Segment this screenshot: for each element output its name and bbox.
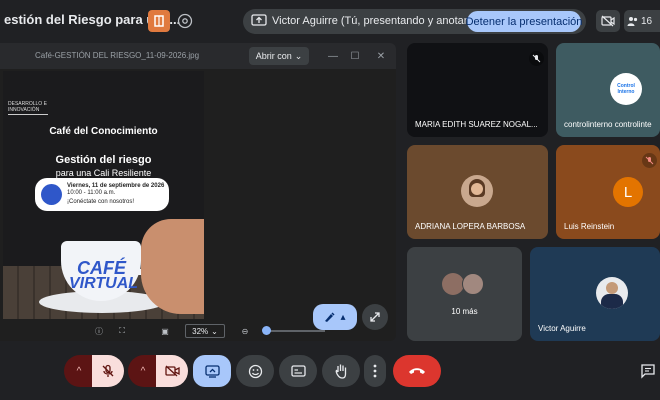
captions-button[interactable]	[279, 355, 317, 387]
participant-tile[interactable]: ADRIANA LOPERA BARBOSA	[407, 145, 548, 239]
mic-off-icon	[102, 364, 114, 377]
present-screen-icon	[204, 364, 220, 378]
stop-presenting-button[interactable]: Detener la presentación	[466, 11, 582, 32]
camera-off-icon	[164, 365, 180, 377]
meeting-badge-icon[interactable]	[148, 10, 170, 32]
participant-avatar	[596, 277, 628, 309]
participant-avatar	[462, 273, 484, 295]
poster-title: Gestión del riesgo	[55, 154, 152, 166]
leave-call-button[interactable]	[393, 355, 441, 387]
poster-brand: DESARROLLO E INNOVACIÓN	[8, 101, 47, 113]
call-end-icon	[409, 368, 425, 374]
people-icon	[627, 17, 638, 26]
annotate-pen-icon	[325, 312, 336, 322]
event-poster-image: DESARROLLO E INNOVACIÓN Café del Conocim…	[3, 71, 204, 319]
call-controls: ^ ^	[0, 355, 660, 391]
emoji-icon	[248, 364, 262, 378]
participant-name: ADRIANA LOPERA BARBOSA	[415, 222, 526, 231]
chevron-up-icon: ^	[76, 365, 82, 377]
participant-avatar	[442, 273, 464, 295]
mic-options-button[interactable]: ^	[64, 355, 94, 387]
participant-tile[interactable]: MARIA EDITH SUAREZ NOGAL...	[407, 43, 548, 137]
reactions-button[interactable]	[236, 355, 274, 387]
fit-screen-icon[interactable]: ⛶	[115, 324, 129, 338]
poster-date: Viernes, 11 de septiembre de 2026	[67, 183, 165, 189]
participant-avatar	[461, 175, 493, 207]
maximize-icon[interactable]: ☐	[348, 49, 362, 63]
participant-tile[interactable]: Victor Aguirre	[530, 247, 660, 341]
camera-off-toggle[interactable]	[596, 10, 620, 32]
annotation-button[interactable]: ▴	[313, 304, 357, 330]
zoom-out-icon[interactable]: ⊖	[238, 324, 252, 338]
zoom-select[interactable]: 32% ⌄	[185, 324, 225, 338]
poster-subtitle: para una Cali Resiliente	[55, 168, 152, 178]
meet-window: estión del Riesgo para una... Victor Agu…	[0, 0, 660, 400]
participant-name: controlinterno controlinte	[564, 120, 652, 129]
participant-name: Luis Reinstein	[564, 222, 615, 231]
chevron-up-icon: ▴	[340, 311, 346, 323]
present-screen-icon	[251, 14, 267, 26]
poster-event-bubble: Viernes, 11 de septiembre de 2026 10:00 …	[35, 178, 169, 211]
present-button[interactable]	[193, 355, 231, 387]
poster-cta: ¡Conéctate con nosotros!	[67, 199, 135, 205]
open-with-label: Abrir con	[255, 51, 292, 61]
logo-text: Control Interno	[617, 83, 635, 95]
participant-tile[interactable]: L Luis Reinstein	[556, 145, 660, 239]
camera-options-button[interactable]: ^	[128, 355, 158, 387]
chevron-down-icon: ⌄	[211, 326, 218, 336]
presenter-status: Victor Aguirre (Tú, presentando y anotan…	[272, 15, 486, 27]
shared-screen: Café-GESTIÓN DEL RIESGO_11-09-2026.jpg A…	[0, 43, 396, 341]
cup-text-line2: VIRTUAL	[69, 275, 139, 292]
more-participants-count: 10 más	[451, 307, 478, 316]
participant-name: Victor Aguirre	[538, 324, 586, 333]
minimize-icon[interactable]: —	[326, 49, 340, 63]
more-vert-icon	[373, 364, 377, 378]
info-icon[interactable]: ⓘ	[92, 324, 106, 338]
presenting-banner: Victor Aguirre (Tú, presentando y anotan…	[243, 9, 586, 34]
chat-icon[interactable]	[640, 363, 656, 379]
more-options-button[interactable]	[364, 355, 386, 387]
expand-button[interactable]	[362, 304, 388, 330]
zoom-slider-thumb[interactable]	[262, 326, 271, 335]
camera-toggle-button[interactable]	[156, 355, 188, 387]
mic-toggle-button[interactable]	[92, 355, 124, 387]
participants-button[interactable]: 16	[624, 10, 660, 32]
expand-icon	[370, 312, 380, 322]
camera-off-icon	[601, 15, 615, 27]
close-icon[interactable]: ✕	[374, 49, 388, 63]
chevron-down-icon: ⌄	[294, 50, 303, 61]
participant-name: MARIA EDITH SUAREZ NOGAL...	[415, 120, 538, 129]
zoom-level: 32%	[192, 326, 209, 336]
chevron-up-icon: ^	[140, 365, 146, 377]
mic-muted-icon	[642, 153, 657, 168]
viewer-filename: Café-GESTIÓN DEL RIESGO_11-09-2026.jpg	[35, 51, 200, 60]
participant-avatar: L	[613, 177, 643, 207]
actual-size-icon[interactable]: ▣	[158, 324, 172, 338]
control-interno-logo: Control Interno	[610, 73, 642, 105]
poster-headline: Café del Conocimiento	[49, 126, 158, 137]
captions-icon	[290, 365, 306, 377]
poster-time: 10:00 - 11:00 a.m.	[67, 190, 116, 196]
org-logo-icon	[41, 184, 62, 205]
hand-icon	[335, 364, 347, 379]
top-bar: estión del Riesgo para una... Victor Agu…	[0, 0, 660, 42]
zoom-slider-track[interactable]	[265, 330, 325, 332]
open-with-button[interactable]: Abrir con ⌄	[249, 47, 309, 65]
participant-tile[interactable]: Control Interno controlinterno controlin…	[556, 43, 660, 137]
more-participants-tile[interactable]: 10 más	[407, 247, 522, 341]
raise-hand-button[interactable]	[322, 355, 360, 387]
meeting-settings-icon[interactable]	[177, 13, 193, 29]
hand-graphic	[141, 219, 204, 314]
poster-brand-line2: INNOVACIÓN	[8, 107, 40, 113]
mic-muted-icon	[529, 51, 544, 66]
participant-count: 16	[641, 15, 653, 27]
viewer-title-bar: Café-GESTIÓN DEL RIESGO_11-09-2026.jpg A…	[0, 43, 396, 69]
poster-divider	[8, 114, 48, 115]
